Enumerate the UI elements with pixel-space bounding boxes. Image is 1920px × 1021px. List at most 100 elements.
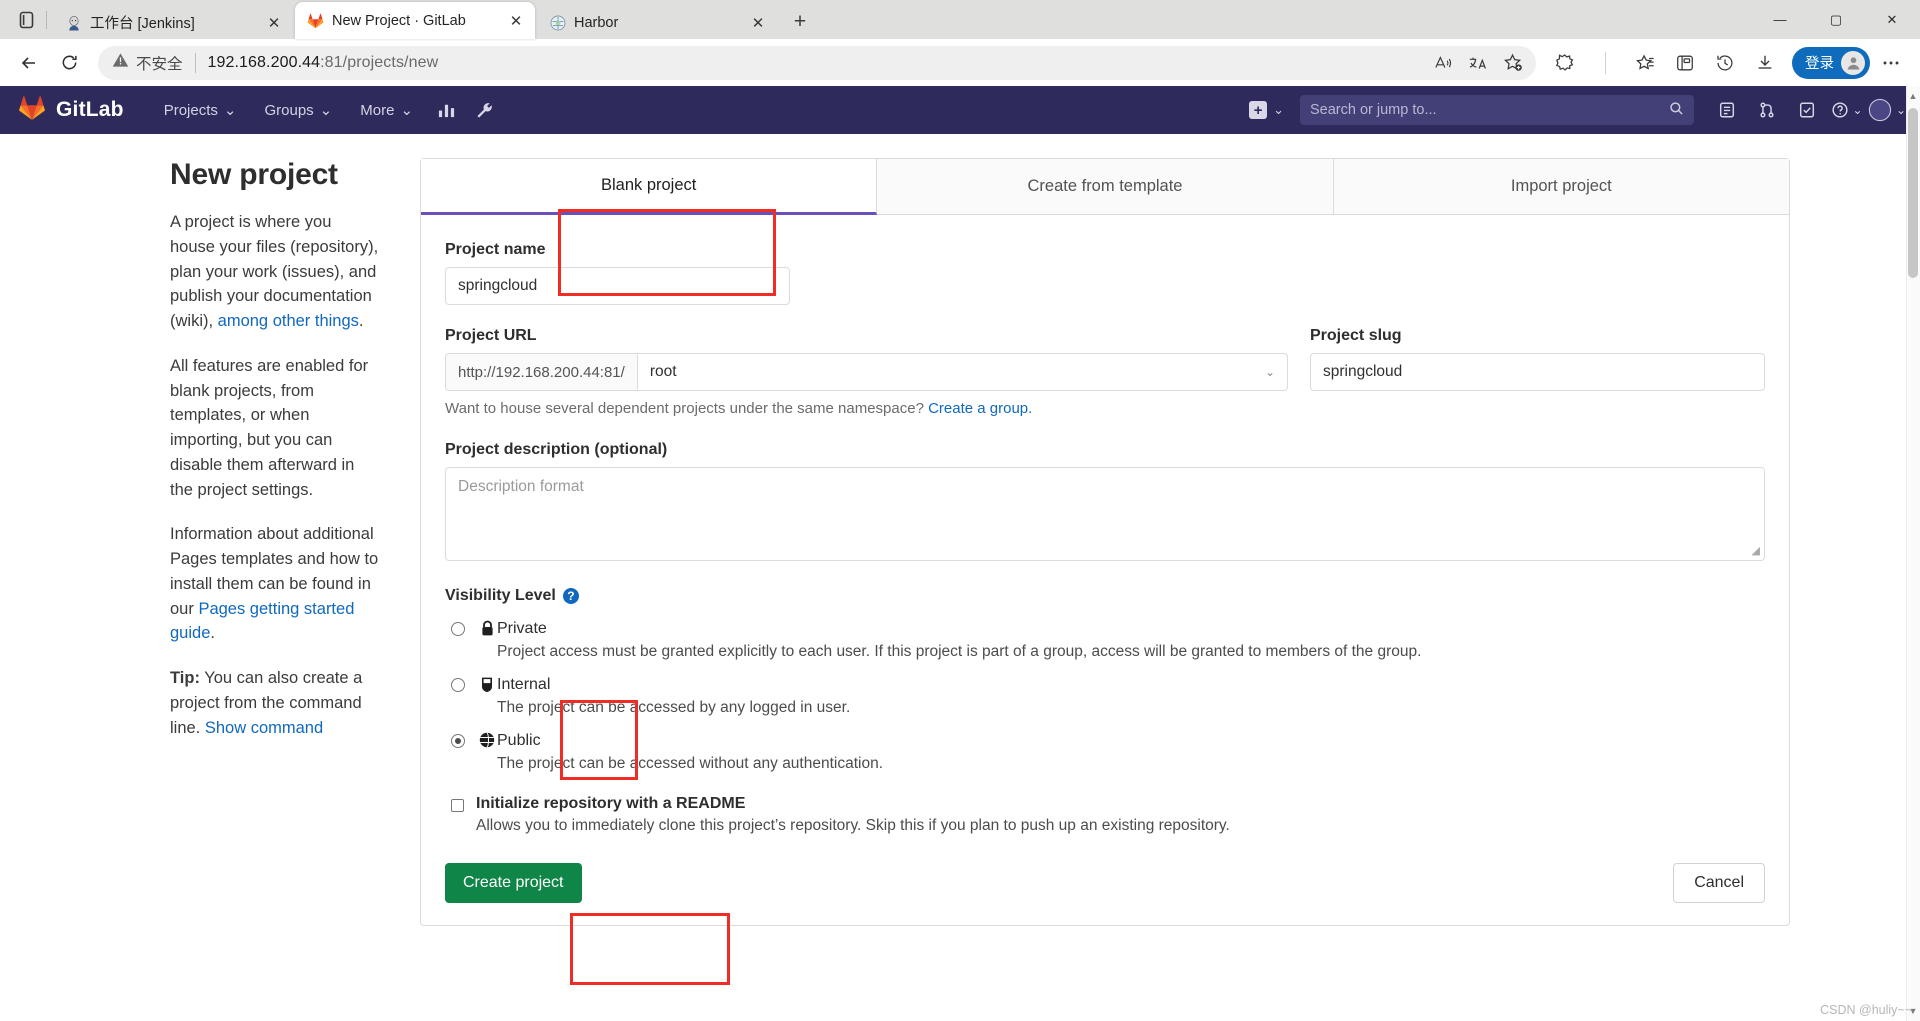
toolbar-divider (1586, 44, 1624, 82)
scrollbar-thumb[interactable] (1908, 108, 1918, 278)
scroll-up-arrow-icon[interactable]: ▲ (1908, 91, 1918, 101)
description-placeholder: Description format (458, 478, 584, 495)
window-controls: — ▢ ✕ (1752, 0, 1920, 39)
create-group-link[interactable]: Create a group. (928, 400, 1032, 417)
more-settings-icon[interactable] (1872, 44, 1910, 82)
close-icon[interactable]: ✕ (747, 12, 769, 34)
harbor-icon (549, 14, 566, 31)
tab-actions-icon[interactable] (8, 0, 44, 39)
analytics-icon[interactable] (427, 86, 465, 134)
create-project-button[interactable]: Create project (445, 863, 582, 903)
visibility-private-text: Private Project access must be granted e… (497, 619, 1765, 661)
security-warning[interactable]: 不安全 (112, 52, 183, 74)
gitlab-logo[interactable]: GitLab (18, 95, 124, 126)
form-actions: Create project Cancel (445, 863, 1765, 903)
radio-private[interactable] (451, 622, 465, 636)
pages-guide-link[interactable]: Pages getting started guide (170, 600, 354, 643)
wrench-icon[interactable] (465, 86, 503, 134)
namespace-select[interactable]: root ⌄ (636, 353, 1288, 391)
page-viewport: GitLab Projects ⌄ Groups ⌄ More ⌄ + ⌄ Se… (0, 86, 1920, 1021)
project-description-textarea[interactable]: Description format ◢ (445, 467, 1765, 561)
search-placeholder: Search or jump to... (1310, 102, 1437, 118)
back-arrow-icon[interactable] (10, 44, 48, 82)
chevron-down-icon: ⌄ (223, 102, 237, 119)
visibility-level-heading: Visibility Level ? (445, 587, 1765, 605)
omnibox-actions (1427, 48, 1530, 78)
history-icon[interactable] (1706, 44, 1744, 82)
readme-checkbox[interactable] (451, 799, 464, 812)
tab-import-project[interactable]: Import project (1333, 159, 1789, 215)
search-icon[interactable] (1669, 101, 1684, 120)
project-description-label: Project description (optional) (445, 441, 668, 458)
project-url-control: http://192.168.200.44:81/ root ⌄ (445, 353, 1288, 391)
tab-title: New Project · GitLab (332, 12, 466, 29)
project-name-input[interactable]: springcloud (445, 267, 790, 305)
visibility-public-desc: The project can be accessed without any … (497, 755, 884, 772)
close-window-button[interactable]: ✕ (1864, 0, 1920, 39)
collections-icon[interactable] (1626, 44, 1664, 82)
among-other-things-link[interactable]: among other things (218, 312, 359, 330)
question-mark-icon[interactable]: ? (562, 588, 579, 604)
address-bar[interactable]: 不安全 192.168.200.44:81/projects/new (98, 45, 1536, 80)
close-icon[interactable]: ✕ (263, 12, 285, 34)
nav-label: Groups (264, 101, 314, 119)
maximize-button[interactable]: ▢ (1808, 0, 1864, 39)
cancel-button[interactable]: Cancel (1673, 863, 1765, 903)
tab-create-from-template[interactable]: Create from template (877, 159, 1334, 215)
project-slug-group: Project slug springcloud (1310, 327, 1765, 391)
page-scrollbar[interactable]: ▲ ▼ (1906, 86, 1920, 1021)
sign-in-button[interactable]: 登录 (1792, 46, 1870, 79)
tip-label: Tip: (170, 669, 200, 687)
add-favorite-icon[interactable] (1497, 48, 1530, 78)
nav-item-projects[interactable]: Projects ⌄ (150, 86, 251, 134)
tab-blank-project[interactable]: Blank project (421, 159, 878, 215)
url-path: :81/projects/new (320, 53, 439, 71)
new-menu-button[interactable]: + ⌄ (1239, 101, 1294, 119)
issues-icon[interactable] (1708, 86, 1746, 134)
minimize-button[interactable]: — (1752, 0, 1808, 39)
initialize-readme-row[interactable]: Initialize repository with a README Allo… (445, 795, 1765, 835)
tab-strip-divider (46, 11, 47, 29)
namespace-value: root (649, 363, 677, 380)
visibility-public-text: Public The project can be accessed witho… (497, 731, 1765, 773)
visibility-option-internal[interactable]: Internal The project can be accessed by … (445, 675, 1765, 717)
browser-tab-gitlab[interactable]: New Project · GitLab ✕ (295, 2, 535, 39)
project-url-prefix: http://192.168.200.44:81/ (445, 353, 637, 391)
close-icon[interactable]: ✕ (505, 10, 527, 32)
todos-icon[interactable] (1788, 86, 1826, 134)
project-slug-label: Project slug (1310, 327, 1402, 344)
url-text[interactable]: 192.168.200.44:81/projects/new (208, 54, 439, 72)
radio-public[interactable] (451, 734, 465, 748)
visibility-option-private[interactable]: Private Project access must be granted e… (445, 619, 1765, 661)
nav-label: Projects (163, 101, 218, 119)
user-avatar[interactable]: ⌄ (1868, 86, 1906, 134)
gitlab-icon (307, 12, 324, 29)
search-input[interactable]: Search or jump to... (1300, 95, 1694, 125)
radio-internal[interactable] (451, 678, 465, 692)
merge-requests-icon[interactable] (1748, 86, 1786, 134)
project-slug-input[interactable]: springcloud (1310, 353, 1765, 391)
read-aloud-icon[interactable] (1427, 48, 1460, 78)
nav-item-groups[interactable]: Groups ⌄ (250, 86, 346, 134)
browser-tab-harbor[interactable]: Harbor ✕ (537, 6, 777, 39)
new-tab-button[interactable]: + (785, 6, 815, 36)
downloads-icon[interactable] (1746, 44, 1784, 82)
browser-toolbar: 不安全 192.168.200.44:81/projects/new 登录 (0, 39, 1920, 86)
translate-icon[interactable] (1462, 48, 1495, 78)
resize-handle-icon[interactable]: ◢ (1752, 544, 1760, 557)
project-type-tabs: Blank project Create from template Impor… (421, 159, 1789, 215)
split-screen-icon[interactable] (1546, 44, 1584, 82)
favorites-bar-icon[interactable] (1666, 44, 1704, 82)
intro-p1-post: . (358, 312, 364, 330)
visibility-option-public[interactable]: Public The project can be accessed witho… (445, 731, 1765, 773)
visibility-internal-name: Internal (497, 676, 551, 693)
nav-item-more[interactable]: More ⌄ (346, 86, 427, 134)
new-project-form-panel: Blank project Create from template Impor… (420, 158, 1920, 926)
refresh-icon[interactable] (50, 44, 88, 82)
gitlab-navbar: GitLab Projects ⌄ Groups ⌄ More ⌄ + ⌄ Se… (0, 86, 1920, 134)
help-icon[interactable]: ⌄ (1828, 86, 1866, 134)
browser-tab-jenkins[interactable]: 工作台 [Jenkins] ✕ (53, 6, 293, 39)
show-command-link[interactable]: Show command (205, 719, 323, 737)
project-url-group: Project URL http://192.168.200.44:81/ ro… (445, 327, 1288, 391)
tab-title: Harbor (574, 14, 619, 31)
